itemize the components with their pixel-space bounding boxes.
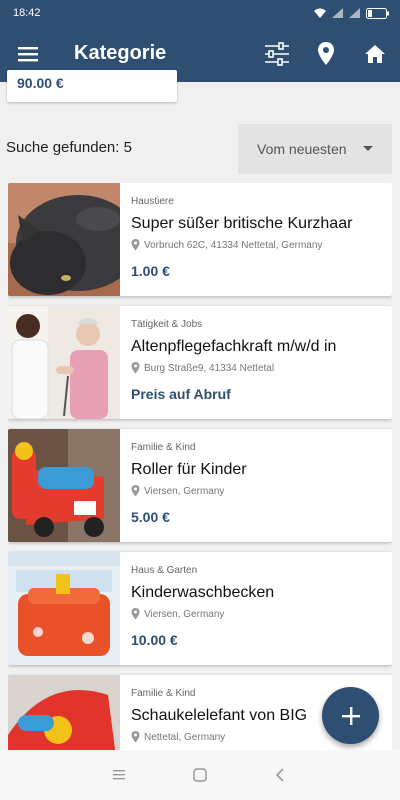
listing-thumbnail [8, 306, 120, 419]
listing-category: Haus & Garten [131, 565, 198, 576]
listing-thumbnail [8, 675, 120, 750]
previous-listing-card[interactable]: 90.00 € [7, 70, 177, 102]
nav-recents-icon [113, 770, 125, 780]
listing-card[interactable]: Familie & Kind Roller für Kinder Viersen… [8, 429, 392, 542]
dropdown-caret-icon [363, 146, 373, 151]
caregiver-photo [8, 306, 120, 419]
nav-back-icon [275, 768, 284, 782]
rocking-elephant-photo [8, 675, 120, 750]
listing-thumbnail [8, 429, 120, 542]
menu-icon [18, 47, 38, 62]
listing-category: Tätigkeit & Jobs [131, 319, 203, 330]
listing-price: Preis auf Abruf [131, 386, 231, 402]
signal-icon-2 [349, 8, 360, 18]
listing-title: Altenpflegefachkraft m/w/d in [131, 338, 337, 355]
listing-location: Nettetal, Germany [144, 731, 226, 743]
location-pin-icon [318, 42, 334, 65]
filter-sliders-icon [265, 42, 289, 66]
listing-price: 10.00 € [131, 632, 178, 648]
home-icon [365, 45, 385, 63]
listing-card[interactable]: Haus & Garten Kinderwaschbecken Viersen,… [8, 552, 392, 665]
nav-home-icon [193, 768, 207, 782]
listing-location: Burg Straße9, 41334 Nettetal [144, 362, 275, 374]
listing-price: 5.00 € [131, 509, 170, 525]
location-button[interactable] [308, 36, 344, 72]
wifi-icon [314, 8, 326, 18]
ride-on-toy-photo [8, 429, 120, 542]
status-bar: 18:42 [0, 0, 400, 26]
listing-location: Vorbruch 62C, 41334 Nettetal, Germany [144, 239, 323, 251]
listing-location: Viersen, Germany [144, 485, 225, 497]
location-pin-icon [131, 731, 140, 743]
status-time: 18:42 [13, 7, 41, 19]
nav-home-button[interactable] [180, 755, 220, 795]
listing-location: Viersen, Germany [144, 608, 225, 620]
listing-title: Super süßer britische Kurzhaar [131, 215, 353, 232]
location-pin-icon [131, 239, 140, 251]
add-icon [341, 706, 360, 725]
nav-recents-button[interactable] [100, 755, 140, 795]
listing-card[interactable]: Tätigkeit & Jobs Altenpflegefachkraft m/… [8, 306, 392, 419]
system-nav-bar [0, 750, 400, 800]
listing-category: Haustiere [131, 196, 174, 207]
page-title: Kategorie [74, 42, 167, 64]
signal-icon [332, 8, 343, 18]
location-pin-icon [131, 608, 140, 620]
filter-button[interactable] [259, 36, 295, 72]
location-pin-icon [131, 362, 140, 374]
sort-dropdown[interactable]: Vom neuesten [238, 124, 392, 174]
listing-price: 1.00 € [131, 263, 170, 279]
listing-title: Kinderwaschbecken [131, 584, 275, 601]
nav-back-button[interactable] [260, 755, 300, 795]
location-pin-icon [131, 485, 140, 497]
listing-title: Roller für Kinder [131, 461, 247, 478]
cat-photo [8, 183, 120, 296]
battery-icon [366, 7, 389, 19]
sort-selected-value: Vom neuesten [257, 140, 347, 157]
listing-card[interactable]: Haustiere Super süßer britische Kurzhaar… [8, 183, 392, 296]
results-count: Suche gefunden: 5 [6, 139, 132, 156]
add-listing-button[interactable] [322, 687, 379, 744]
home-button[interactable] [357, 36, 393, 72]
washbasin-photo [8, 552, 120, 665]
listing-thumbnail [8, 552, 120, 665]
listing-category: Familie & Kind [131, 442, 196, 453]
listing-list[interactable]: Haustiere Super süßer britische Kurzhaar… [8, 183, 392, 750]
previous-listing-price: 90.00 € [17, 75, 64, 91]
listing-thumbnail [8, 183, 120, 296]
